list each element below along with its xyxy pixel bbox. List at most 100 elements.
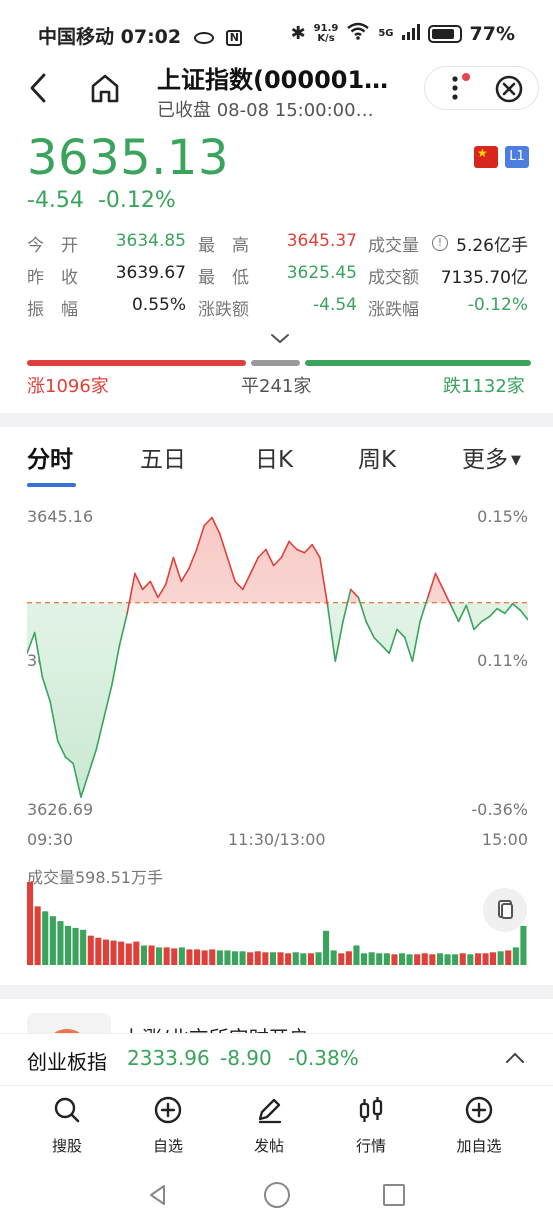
add-circle-icon	[154, 1096, 182, 1124]
nav-post[interactable]: 发帖	[234, 1095, 304, 1156]
app-root: 中国移动 07:02 N ✱ 91.9 K/s 5G 77% 上证指数(0000…	[0, 0, 553, 1225]
close-icon	[495, 75, 523, 103]
bluetooth-icon: ✱	[290, 23, 306, 44]
volume-bar	[315, 952, 322, 965]
nav-search[interactable]: 搜股	[32, 1095, 102, 1156]
price-area-below	[27, 602, 528, 798]
nav-watchlist-label: 自选	[152, 1137, 183, 1155]
index-change-pct: -0.38%	[288, 1046, 359, 1070]
net-speed-unit: K/s	[317, 32, 335, 44]
unchanged-count: 平241家	[241, 376, 312, 397]
stat-label: 成交量	[368, 236, 419, 256]
stat-label: 涨跌额	[198, 300, 249, 320]
nav-bar-top-border	[0, 1085, 553, 1086]
volume-bar	[49, 916, 56, 965]
volume-bar	[42, 911, 49, 965]
system-back-button[interactable]	[146, 1183, 170, 1207]
mini-program-capsule	[424, 66, 539, 110]
volume-bar	[247, 952, 254, 965]
volume-bar	[459, 953, 466, 965]
tab-daily-k[interactable]: 日K	[255, 440, 293, 474]
volume-bar	[239, 951, 246, 965]
volume-bar	[65, 925, 72, 965]
volume-bar	[361, 953, 368, 965]
wifi-icon	[346, 22, 370, 45]
more-button[interactable]	[443, 73, 473, 103]
back-arrow-icon	[30, 73, 46, 103]
nav-add-watchlist[interactable]: 加自选	[444, 1095, 514, 1156]
home-icon	[91, 74, 119, 103]
copy-button[interactable]	[483, 888, 527, 932]
stat-value: 5.26亿手	[456, 236, 528, 256]
status-right: ✱ 91.9 K/s 5G 77%	[291, 22, 515, 45]
volume-bar	[338, 953, 345, 965]
back-button[interactable]	[24, 71, 54, 105]
tab-five-day[interactable]: 五日	[140, 440, 186, 474]
x-axis-end: 15:00	[481, 830, 528, 849]
volume-bar	[490, 952, 497, 965]
advancers-bar	[27, 360, 247, 366]
net-speed: 91.9 K/s	[314, 23, 339, 44]
volume-bar	[118, 941, 125, 965]
nav-market-label: 行情	[355, 1137, 386, 1155]
home-button[interactable]	[88, 71, 122, 105]
search-icon	[54, 1097, 80, 1123]
tab-weekly-k[interactable]: 周K	[358, 440, 396, 474]
x-axis-mid: 11:30/13:00	[228, 830, 326, 849]
stat-label: 昨 收	[27, 268, 78, 288]
system-recents-button[interactable]	[383, 1184, 405, 1206]
volume-bar	[285, 953, 292, 965]
volume-bar	[414, 954, 421, 965]
close-button[interactable]	[494, 74, 524, 104]
volume-bar	[444, 954, 451, 965]
volume-bar	[436, 953, 443, 965]
stat-label: 最 低	[198, 268, 249, 288]
volume-bar	[148, 945, 155, 965]
volume-bar	[307, 953, 314, 965]
clock: 07:02	[120, 26, 182, 48]
copy-icon	[498, 900, 513, 919]
battery-icon	[427, 24, 462, 43]
price-change: -4.54 -0.12%	[27, 188, 190, 213]
bottom-index-ticker[interactable]: 创业板指 2333.96 -8.90 -0.38%	[0, 1033, 553, 1085]
stat-label: 今 开	[27, 236, 78, 256]
tab-intraday[interactable]: 分时	[27, 440, 73, 474]
network-type: 5G	[378, 28, 394, 39]
section-divider	[0, 413, 553, 427]
carrier-label: 中国移动	[38, 26, 115, 48]
volume-bar	[156, 947, 163, 965]
tab-more[interactable]: 更多 ▼	[462, 440, 521, 474]
chevron-up-icon[interactable]	[503, 1048, 527, 1068]
volume-bar	[171, 948, 178, 965]
volume-bar	[452, 954, 459, 965]
chevron-down-icon	[271, 334, 289, 344]
index-price: 2333.96	[127, 1046, 210, 1070]
advancers-count: 涨1096家	[27, 376, 109, 397]
volume-bar	[269, 952, 276, 965]
nfc-icon: N	[226, 29, 243, 46]
decliners-count: 跌1132家	[443, 376, 525, 397]
volume-bar	[178, 947, 185, 965]
nav-post-label: 发帖	[253, 1137, 284, 1155]
nav-market[interactable]: 行情	[336, 1095, 406, 1156]
unchanged-bar	[251, 360, 300, 366]
volume-bar	[399, 953, 406, 965]
nav-watchlist[interactable]: 自选	[133, 1095, 203, 1156]
volume-bar	[232, 951, 239, 965]
volume-bar	[254, 951, 261, 965]
stat-label: 最 高	[198, 236, 249, 256]
signal-icon	[401, 23, 420, 45]
expand-button[interactable]	[268, 330, 292, 348]
nav-search-label: 搜股	[51, 1137, 82, 1155]
stat-value: 0.55%	[131, 295, 186, 315]
triangle-back-icon	[150, 1185, 165, 1205]
volume-bar	[72, 927, 79, 965]
stat-value: -4.54	[313, 295, 357, 315]
system-home-button[interactable]	[264, 1182, 290, 1208]
volume-bar	[34, 906, 41, 965]
intraday-price-chart[interactable]	[27, 505, 528, 825]
nav-add-watchlist-label: 加自选	[456, 1137, 502, 1155]
current-price: 3635.13	[27, 130, 229, 186]
info-icon[interactable]: !	[432, 235, 448, 251]
volume-bar	[406, 954, 413, 965]
